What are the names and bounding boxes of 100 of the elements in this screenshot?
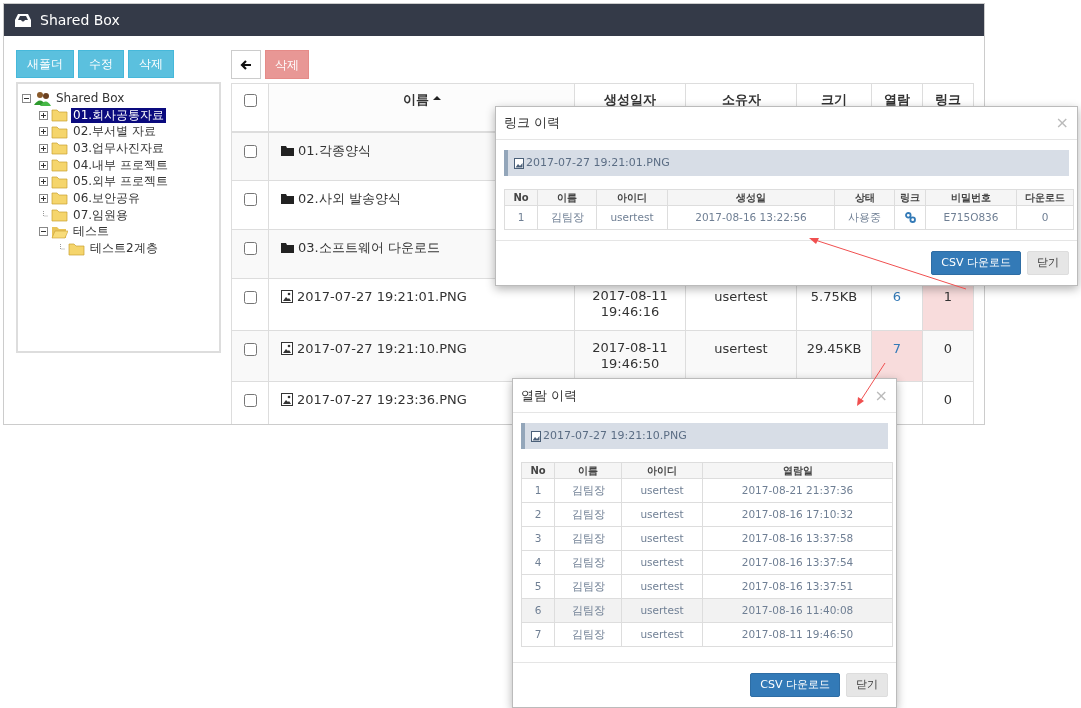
checkbox[interactable]: [243, 394, 257, 407]
table-cell: 29.45KB: [806, 340, 862, 356]
column-header: 비밀번호: [951, 192, 991, 203]
column-header: 열람일: [782, 465, 813, 476]
window-title: Shared Box: [40, 10, 120, 30]
table-cell: usertest: [714, 289, 768, 304]
column-header: 링크: [900, 192, 920, 203]
column-header[interactable]: 생성일자: [604, 92, 656, 107]
table-cell: 2017-08-16 11:40:08: [741, 603, 854, 616]
table-cell: 2017-08-11 19:46:50: [741, 627, 854, 640]
table-cell: 김팀장: [571, 579, 605, 592]
folder-icon: [51, 108, 68, 123]
folder-icon: [281, 144, 294, 156]
table-cell: usertest: [714, 340, 768, 356]
column-header[interactable]: 열람: [884, 92, 910, 107]
back-button[interactable]: [231, 50, 261, 79]
table-cell: 김팀장: [571, 555, 605, 568]
checkbox[interactable]: [243, 94, 257, 107]
checkbox[interactable]: [243, 193, 257, 206]
csv-download-button[interactable]: CSV 다운로드: [750, 673, 840, 697]
column-header: 상태: [854, 192, 875, 203]
folder-icon: [51, 124, 68, 139]
table-cell: usertest: [640, 627, 684, 640]
tree-item[interactable]: 06.보안공유: [71, 190, 143, 206]
close-button[interactable]: 닫기: [846, 673, 888, 697]
column-header: 생성일: [736, 192, 766, 203]
arrow: [857, 362, 886, 406]
checkbox[interactable]: [243, 291, 257, 304]
checkbox[interactable]: [243, 144, 257, 158]
table-cell: usertest: [640, 579, 684, 592]
column-header[interactable]: 링크: [935, 92, 961, 107]
folder-icon: [51, 158, 68, 173]
dialog-title: 링크 이력: [504, 114, 561, 133]
column-header: 아이디: [617, 192, 647, 203]
table-cell: 사용중: [848, 210, 881, 223]
checkbox[interactable]: [243, 342, 257, 356]
table-cell: 6: [534, 603, 542, 616]
folder-icon: [51, 208, 68, 223]
table-cell-text: 01.각종양식: [298, 141, 371, 160]
csv-download-button[interactable]: CSV 다운로드: [931, 251, 1021, 275]
tree-item[interactable]: 02.부서별 자료: [71, 124, 158, 140]
inbox-icon: [14, 12, 32, 28]
table-cell: 3: [534, 531, 542, 544]
table-cell: usertest: [640, 555, 684, 568]
table-cell: 김팀장: [571, 483, 605, 496]
folder-icon: [51, 141, 68, 156]
tree-item[interactable]: 테스트: [71, 224, 111, 240]
table-cell: 1: [534, 483, 542, 496]
table-cell: usertest: [640, 603, 684, 616]
tree-item[interactable]: Shared Box: [54, 90, 127, 106]
table-cell-text: 2017-08-11 19:46:16: [591, 288, 669, 320]
table-cell-text: 2017-07-27 19:23:36.PNG: [297, 391, 467, 409]
folder-icon: [281, 193, 294, 205]
image-file-icon: [514, 157, 524, 169]
table-cell: 5: [534, 579, 542, 592]
dialog-title: 열람 이력: [521, 386, 578, 405]
image-file-icon: [531, 430, 541, 442]
file-name: 2017-07-27 19:21:01.PNG: [526, 154, 670, 171]
link-icon[interactable]: [904, 212, 916, 224]
table-cell: 5.75KB: [810, 289, 858, 304]
column-header: 이름: [557, 192, 577, 203]
column-header[interactable]: 이름: [402, 92, 429, 107]
table-cell: 2017-08-16 13:22:56: [695, 210, 807, 223]
column-header: 다운로드: [1025, 192, 1065, 203]
tree-item[interactable]: 01.회사공통자료: [71, 107, 167, 123]
table-cell: usertest: [610, 210, 654, 223]
column-header: 아이디: [647, 465, 677, 476]
table-cell: 김팀장: [571, 531, 605, 544]
table-cell: 2017-08-16 13:37:54: [741, 555, 854, 568]
table-cell: 2: [534, 507, 542, 520]
column-header[interactable]: 크기: [821, 92, 847, 107]
folder-icon: [281, 242, 294, 254]
table-cell: 7: [534, 627, 542, 640]
column-header: No: [530, 465, 546, 476]
tree-item[interactable]: 05.외부 프로젝트: [71, 174, 170, 190]
table-cell: 4: [534, 555, 542, 568]
tree-item[interactable]: 04.내부 프로젝트: [71, 157, 170, 173]
table-cell-text: 2017-08-11 19:46:50: [591, 339, 669, 372]
table-cell: 2017-08-21 21:37:36: [741, 483, 854, 496]
folder-icon: [51, 174, 68, 189]
image-file-icon: [281, 393, 293, 407]
table-cell: 김팀장: [550, 210, 584, 223]
table-cell: 1: [517, 210, 525, 223]
image-file-icon: [281, 290, 293, 304]
table-cell: 2017-08-16 17:10:32: [741, 507, 854, 520]
checkbox[interactable]: [243, 242, 257, 255]
back-arrow-icon: [240, 58, 252, 71]
table-cell: 김팀장: [571, 507, 605, 520]
table-cell: usertest: [640, 531, 684, 544]
table-cell: 2017-08-16 13:37:58: [741, 531, 854, 544]
folder-icon: [51, 191, 68, 206]
tree-item[interactable]: 03.업무사진자료: [71, 140, 167, 156]
table-cell: 0: [1041, 210, 1049, 223]
table-cell: usertest: [640, 483, 684, 496]
column-header[interactable]: 소유자: [721, 92, 761, 107]
table-cell: 김팀장: [571, 627, 605, 640]
link-count-cell[interactable]: 0: [922, 330, 974, 382]
tree-item[interactable]: 07.임원용: [71, 207, 131, 223]
tree-item[interactable]: 테스트2계층: [88, 241, 160, 257]
close-button[interactable]: 닫기: [1027, 251, 1069, 275]
